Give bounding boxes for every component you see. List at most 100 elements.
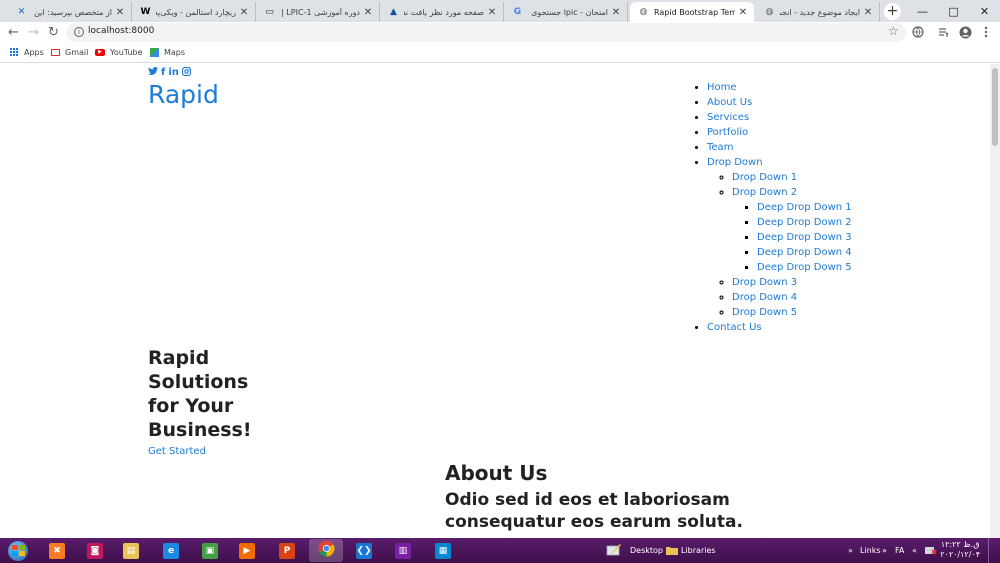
media-player-icon: ▶ (239, 542, 255, 559)
dropdown-link-3[interactable]: Drop Down 3 (732, 277, 797, 288)
facebook-icon[interactable]: f (161, 67, 165, 79)
dropdown-link-4[interactable]: Drop Down 4 (732, 292, 797, 303)
taskbar-app-window[interactable]: ▣ (193, 539, 227, 562)
taskbar-chrome[interactable] (309, 539, 343, 562)
info-icon[interactable]: i (74, 27, 84, 37)
taskbar-powerpoint[interactable]: P (270, 539, 304, 562)
tab-close-icon[interactable]: ✕ (115, 7, 125, 18)
taskbar-xampp[interactable]: ✖ (40, 539, 74, 562)
tab-favicon-icon: ▭ (265, 6, 274, 17)
taskbar-internet-explorer[interactable]: e (154, 539, 188, 562)
hero-title: Rapid Solutions for Your Business! (148, 347, 252, 441)
bookmark-gmail[interactable]: Gmail (50, 47, 88, 57)
tab-close-icon[interactable]: ✕ (487, 7, 497, 18)
tab-close-icon[interactable]: ✕ (363, 7, 373, 18)
nav-link-about[interactable]: About Us (707, 97, 752, 108)
dropdown-link-5[interactable]: Drop Down 5 (732, 307, 797, 318)
libraries-toolbar[interactable]: Libraries (666, 538, 716, 563)
page-scrollbar[interactable] (990, 64, 1000, 538)
minimize-button[interactable]: — (907, 0, 938, 22)
dropdown-link-1[interactable]: Drop Down 1 (732, 172, 797, 183)
language-indicator[interactable]: FA (895, 538, 904, 563)
tab-title: دوره آموزشی LPIC-1 | رایگان (280, 7, 360, 17)
bookmark-label: Gmail (65, 47, 89, 57)
youtube-icon: ▶ (95, 47, 105, 57)
deep-dropdown-item: Deep Drop Down 5 (757, 260, 852, 275)
deep-dropdown-link-2[interactable]: Deep Drop Down 2 (757, 217, 852, 228)
tab-rapid-template[interactable]: ◍ Rapid Bootstrap Template ✕ (630, 2, 754, 22)
reload-button[interactable]: ↻ (45, 24, 62, 41)
deep-dropdown-list: Deep Drop Down 1 Deep Drop Down 2 Deep D… (732, 200, 852, 275)
get-started-link[interactable]: Get Started (148, 446, 206, 457)
bookmark-label: Apps (24, 47, 44, 57)
nav-item: Drop Down Drop Down 1 Drop Down 2 Deep D… (707, 155, 852, 320)
page-viewport: f in Rapid Home About Us Services Portfo… (0, 64, 990, 538)
tab-google-search[interactable]: G امتحان - lpic جستجوی Google ✕ (504, 2, 628, 22)
maps-icon (149, 47, 159, 57)
twitter-icon[interactable] (148, 67, 158, 79)
tab-new-topic[interactable]: ◍ ایجاد موضوع جدید - انجمن پشتیبانی ✕ (756, 2, 880, 22)
linkedin-icon[interactable]: in (168, 67, 179, 79)
menu-kebab-icon[interactable] (979, 25, 993, 39)
taskbar-remote-desktop[interactable]: ▦ (426, 539, 460, 562)
taskbar-app-purple[interactable]: ◙ (78, 539, 112, 562)
deep-dropdown-link-1[interactable]: Deep Drop Down 1 (757, 202, 852, 213)
nav-link-home[interactable]: Home (707, 82, 737, 93)
bookmark-apps[interactable]: Apps (9, 47, 44, 57)
tab-lpic-course[interactable]: ▭ دوره آموزشی LPIC-1 | رایگان ✕ (256, 2, 380, 22)
nav-item: Services (707, 110, 852, 125)
show-desktop-button[interactable] (988, 538, 1000, 563)
deep-dropdown-link-4[interactable]: Deep Drop Down 4 (757, 247, 852, 258)
dropdown-link-2[interactable]: Drop Down 2 (732, 187, 797, 198)
tab-close-icon[interactable]: ✕ (611, 7, 621, 18)
tab-close-icon[interactable]: ✕ (239, 7, 249, 18)
start-button[interactable] (3, 539, 33, 562)
tab-close-icon[interactable]: ✕ (738, 7, 748, 18)
nav-link-services[interactable]: Services (707, 112, 749, 123)
taskbar-file-explorer[interactable]: ▤ (114, 539, 148, 562)
close-window-button[interactable]: ✕ (969, 0, 1000, 22)
back-button[interactable]: ← (5, 24, 22, 41)
translate-icon[interactable] (911, 25, 925, 39)
url-text[interactable]: localhost:8000 (88, 26, 154, 36)
tab-wikipedia[interactable]: W ریچارد استالمن - ویکی‌پدیا، دانشنامهٔ … (132, 2, 256, 22)
taskbar-winrar[interactable]: ▥ (386, 539, 420, 562)
forward-button[interactable]: → (25, 24, 42, 41)
tab-close-icon[interactable]: ✕ (863, 7, 873, 18)
links-chevron-icon[interactable]: » (882, 538, 887, 563)
tab-favicon-icon: ✕ (17, 6, 26, 17)
libraries-folder-icon (666, 545, 678, 557)
new-tab-button[interactable]: + (884, 3, 901, 20)
nav-link-team[interactable]: Team (707, 142, 733, 153)
instagram-icon[interactable] (181, 67, 191, 79)
tray-chevron-icon[interactable]: « (912, 538, 917, 563)
tab-ask-expert[interactable]: ✕ از متخصص بپرسید: این قسمت ✕ (8, 2, 132, 22)
links-toolbar[interactable]: Links (860, 538, 881, 563)
nav-link-portfolio[interactable]: Portfolio (707, 127, 748, 138)
maximize-button[interactable]: □ (938, 0, 969, 22)
xampp-icon: ✖ (49, 542, 65, 559)
tab-not-found[interactable]: ▲ صفحه مورد نظر یافت نشد | مرجع ✕ (380, 2, 504, 22)
bookmark-youtube[interactable]: ▶ YouTube (95, 47, 143, 57)
network-icon[interactable] (925, 538, 937, 563)
taskbar-media-player[interactable]: ▶ (230, 539, 264, 562)
tab-title: ریچارد استالمن - ویکی‌پدیا، دانشنامهٔ (156, 7, 236, 17)
site-logo[interactable]: Rapid (148, 80, 219, 109)
nav-link-dropdown[interactable]: Drop Down (707, 157, 763, 168)
deep-dropdown-link-3[interactable]: Deep Drop Down 3 (757, 232, 852, 243)
taskbar-vscode[interactable]: ❮❯ (347, 539, 381, 562)
apps-grid-icon (9, 47, 19, 57)
deep-dropdown-link-5[interactable]: Deep Drop Down 5 (757, 262, 852, 273)
nav-link-contact[interactable]: Contact Us (707, 322, 762, 333)
dropdown-item: Drop Down 2 Deep Drop Down 1 Deep Drop D… (732, 185, 852, 275)
bookmark-star-icon[interactable]: ☆ (888, 24, 899, 38)
profile-avatar-icon[interactable] (958, 25, 972, 39)
overflow-chevron-icon[interactable]: » (848, 538, 853, 563)
tab-favicon-icon: W (140, 6, 151, 17)
desktop-toolbar[interactable]: Desktop (606, 538, 663, 563)
scrollbar-thumb[interactable] (992, 68, 998, 146)
reading-list-icon[interactable] (937, 25, 951, 39)
system-clock[interactable]: ۱۲:۲۲ ق.ظ ۲۰۲۰/۱۲/۰۴ (940, 540, 980, 560)
bookmark-maps[interactable]: Maps (149, 47, 185, 57)
address-bar[interactable]: i localhost:8000 ☆ (66, 23, 906, 42)
